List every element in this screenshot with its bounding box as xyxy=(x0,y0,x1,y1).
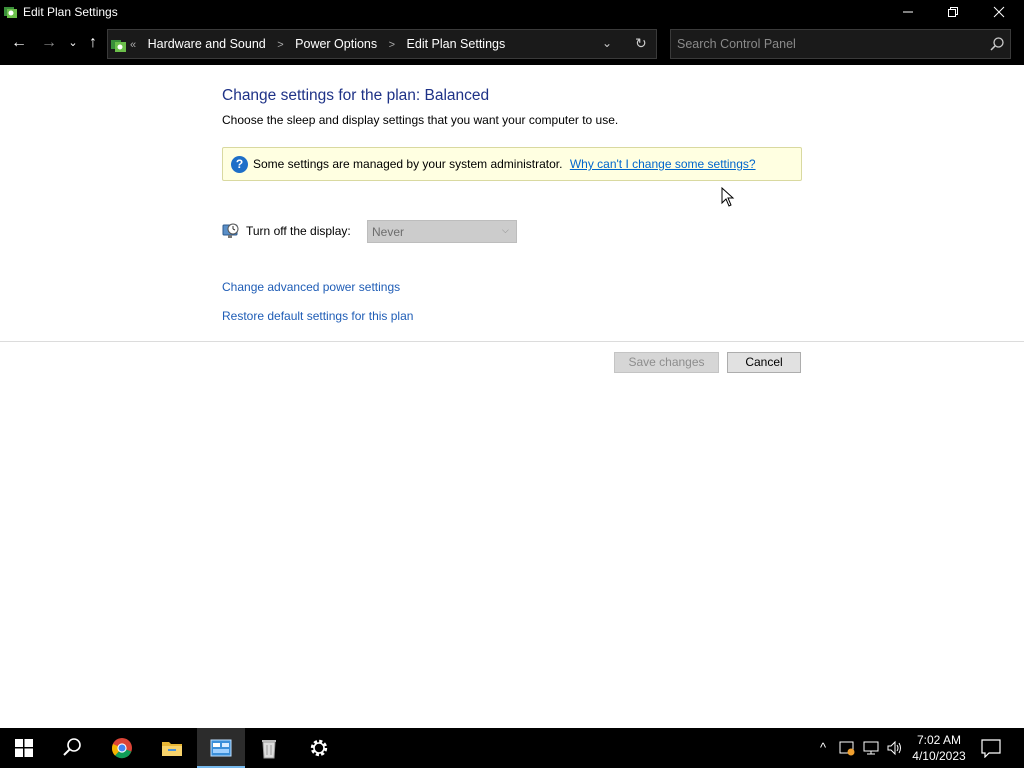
close-icon xyxy=(993,6,1005,18)
gear-icon xyxy=(310,739,328,757)
taskbar-recycle-bin[interactable] xyxy=(245,728,293,768)
control-panel-icon xyxy=(4,7,17,18)
search-icon xyxy=(63,738,81,756)
restore-icon xyxy=(948,7,958,17)
control-panel-icon xyxy=(111,40,126,52)
action-center-icon[interactable] xyxy=(980,738,1002,758)
title-bar: Edit Plan Settings xyxy=(0,0,1024,23)
restore-button[interactable] xyxy=(930,0,976,23)
minimize-icon xyxy=(903,11,913,13)
chrome-icon xyxy=(112,738,132,759)
show-hidden-icons-icon[interactable]: ^ xyxy=(814,739,832,757)
admin-notice-text: Some settings are managed by your system… xyxy=(253,157,563,171)
search-icon[interactable] xyxy=(989,36,1005,52)
recent-locations-button[interactable]: ⌄ xyxy=(62,31,84,57)
turn-off-display-select[interactable]: Never ⌵ xyxy=(367,220,517,243)
volume-icon[interactable] xyxy=(886,739,904,757)
page-title: Change settings for the plan: Balanced xyxy=(222,87,490,104)
security-alert-icon[interactable] xyxy=(838,739,856,757)
up-button[interactable]: ↑ xyxy=(82,31,104,57)
minimize-button[interactable] xyxy=(885,0,931,23)
forward-button[interactable]: → xyxy=(38,31,60,57)
clock-date: 4/10/2023 xyxy=(912,749,966,763)
help-icon: ? xyxy=(231,156,248,173)
search-input[interactable] xyxy=(677,35,977,53)
close-button[interactable] xyxy=(976,0,1022,23)
turn-off-display-setting: Turn off the display: Never ⌵ xyxy=(222,220,522,244)
control-panel-icon xyxy=(210,739,232,757)
window-title: Edit Plan Settings xyxy=(23,5,118,19)
why-cant-change-link[interactable]: Why can't I change some settings? xyxy=(570,157,756,171)
search-box[interactable] xyxy=(670,29,1011,59)
turn-off-display-label: Turn off the display: xyxy=(246,224,351,238)
breadcrumb-power-options[interactable]: Power Options xyxy=(295,37,377,51)
breadcrumb: « Hardware and Sound > Power Options > E… xyxy=(130,37,505,51)
breadcrumb-separator-icon: > xyxy=(388,39,396,51)
network-icon[interactable] xyxy=(862,739,880,757)
clock[interactable]: 7:02 AM 4/10/2023 xyxy=(906,732,972,764)
address-bar[interactable]: « Hardware and Sound > Power Options > E… xyxy=(107,29,657,59)
refresh-icon[interactable]: ↻ xyxy=(635,35,647,52)
navigation-bar: ← → ⌄ ↑ « Hardware and Sound > Power Opt… xyxy=(0,23,1024,65)
taskbar-search-button[interactable] xyxy=(48,728,96,768)
page-subtitle: Choose the sleep and display settings th… xyxy=(222,113,619,127)
save-changes-button[interactable]: Save changes xyxy=(614,352,719,373)
taskbar-chrome[interactable] xyxy=(98,728,146,768)
change-advanced-power-settings-link[interactable]: Change advanced power settings xyxy=(222,280,400,294)
back-button[interactable]: ← xyxy=(8,31,30,57)
mouse-cursor-icon xyxy=(721,187,735,207)
breadcrumb-hardware-and-sound[interactable]: Hardware and Sound xyxy=(148,37,266,51)
main-content: Change settings for the plan: Balanced C… xyxy=(0,65,1024,728)
turn-off-display-value: Never xyxy=(372,225,405,239)
breadcrumb-separator-icon: > xyxy=(277,39,284,51)
recycle-bin-icon xyxy=(262,740,276,759)
folder-icon xyxy=(162,742,182,756)
cancel-button[interactable]: Cancel xyxy=(727,352,801,373)
monitor-clock-icon xyxy=(222,223,239,238)
breadcrumb-edit-plan-settings[interactable]: Edit Plan Settings xyxy=(407,37,506,51)
divider xyxy=(0,341,1024,342)
taskbar-control-panel[interactable] xyxy=(197,728,245,768)
chevron-down-icon: ⌵ xyxy=(502,225,509,235)
admin-notice-banner: ? Some settings are managed by your syst… xyxy=(222,147,802,181)
taskbar-file-explorer[interactable] xyxy=(148,728,196,768)
restore-default-settings-link[interactable]: Restore default settings for this plan xyxy=(222,309,413,323)
breadcrumb-overflow[interactable]: « xyxy=(130,39,136,51)
start-button[interactable] xyxy=(0,728,48,768)
address-dropdown-icon[interactable]: ⌄ xyxy=(602,36,612,50)
taskbar-settings[interactable] xyxy=(295,728,343,768)
clock-time: 7:02 AM xyxy=(916,733,962,747)
windows-logo-icon xyxy=(15,739,33,757)
taskbar: ^ 7:02 AM 4/10/2023 xyxy=(0,728,1024,768)
